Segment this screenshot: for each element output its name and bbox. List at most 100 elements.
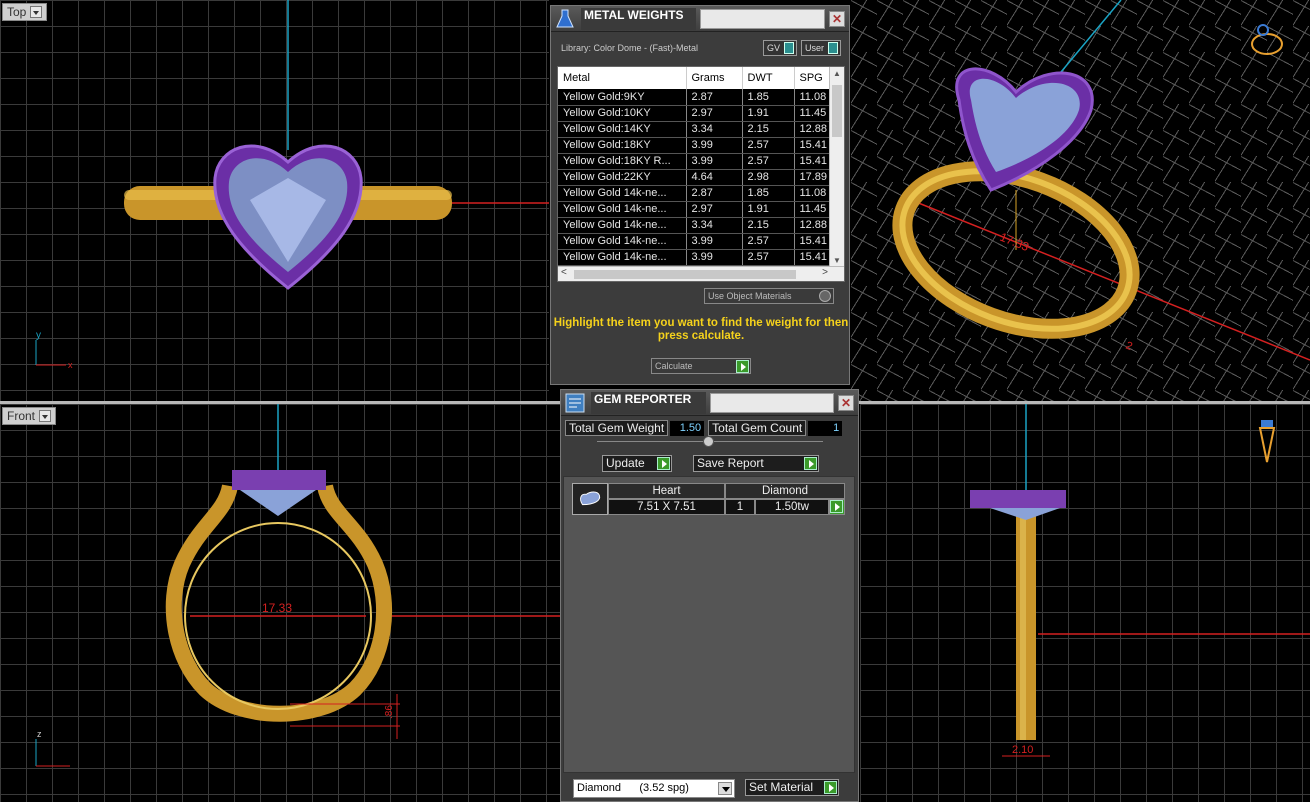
table-cell: 1.85 <box>742 185 795 202</box>
scroll-up-icon[interactable]: ▲ <box>833 69 841 78</box>
table-cell: 11.08 <box>794 89 831 106</box>
table-row[interactable]: Yellow Gold 14k-ne... 2.97 1.91 11.45 <box>558 201 831 218</box>
table-row[interactable]: Yellow Gold:10KY 2.97 1.91 11.45 <box>558 105 831 122</box>
viewport-label-front[interactable]: Front <box>2 407 57 425</box>
table-row[interactable]: Yellow Gold 14k-ne... 2.87 1.85 11.08 <box>558 185 831 202</box>
calculate-button[interactable]: Calculate <box>651 358 751 374</box>
table-cell: 12.88 <box>794 217 831 234</box>
table-cell: 15.41 <box>794 137 831 154</box>
viewport-top[interactable]: y x Top <box>0 0 549 401</box>
table-row[interactable]: Yellow Gold:18KY 3.99 2.57 15.41 <box>558 137 831 154</box>
table-row[interactable]: Yellow Gold:9KY 2.87 1.85 11.08 <box>558 89 831 106</box>
metal-weights-titlebar[interactable]: METAL WEIGHTS ✕ <box>551 6 849 32</box>
viewport-perspective[interactable]: 17.33 2 <box>851 0 1310 401</box>
play-icon <box>830 500 843 513</box>
front-view-scene: 17.33 .86 z <box>35 404 560 767</box>
close-icon[interactable]: ✕ <box>838 394 854 411</box>
update-button[interactable]: Update <box>602 455 672 472</box>
ring-gizmo-icon[interactable] <box>1251 24 1283 55</box>
table-cell: 2.15 <box>742 121 795 138</box>
table-row[interactable]: Yellow Gold 14k-ne... 3.99 2.57 15.41 <box>558 233 831 250</box>
viewport-label-top[interactable]: Top <box>2 3 48 21</box>
table-cell: 17.89 <box>794 169 831 186</box>
svg-text:z: z <box>37 729 42 739</box>
table-cell: 3.99 <box>686 233 743 250</box>
splitter[interactable] <box>597 436 823 447</box>
column-header-grams[interactable]: Grams <box>686 67 743 89</box>
table-cell: 11.08 <box>794 185 831 202</box>
table-cell: 12.88 <box>794 121 831 138</box>
vertical-scrollbar[interactable]: ▲ ▼ <box>829 67 844 267</box>
gem-material: Diamond <box>725 483 845 499</box>
flask-icon <box>556 9 574 27</box>
table-cell: 1.85 <box>742 89 795 106</box>
column-header-spg[interactable]: SPG <box>794 67 831 89</box>
gem-list-item[interactable]: Heart Diamond 7.51 X 7.51 1 1.50tw <box>572 483 845 515</box>
table-cell: 2.15 <box>742 217 795 234</box>
total-gem-weight-label: Total Gem Weight <box>565 420 669 436</box>
material-select[interactable]: Diamond (3.52 spg) <box>573 779 735 798</box>
svg-text:x: x <box>68 360 73 370</box>
horizontal-scrollbar[interactable]: < > <box>558 266 844 281</box>
table-cell: 2.87 <box>686 185 743 202</box>
use-object-materials-toggle[interactable]: Use Object Materials <box>704 288 834 304</box>
table-cell: 15.41 <box>794 233 831 250</box>
total-gem-count-label: Total Gem Count <box>708 420 807 436</box>
gem-reporter-titlebar[interactable]: GEM REPORTER ✕ <box>561 390 858 416</box>
instruction-text: Highlight the item you want to find the … <box>553 317 849 342</box>
metal-table[interactable]: Metal Grams DWT SPG Yellow Gold:9KY 2.87 1… <box>557 66 845 282</box>
user-toggle[interactable]: User <box>800 40 841 56</box>
table-cell: 2.97 <box>686 105 743 122</box>
table-cell: 2.57 <box>742 137 795 154</box>
gem-shape: Heart <box>608 483 725 499</box>
table-row[interactable]: Yellow Gold 14k-ne... 3.34 2.15 12.88 <box>558 217 831 234</box>
table-cell: 15.41 <box>794 249 831 266</box>
table-cell: 3.34 <box>686 121 743 138</box>
play-icon <box>657 457 670 470</box>
column-header-dwt[interactable]: DWT <box>742 67 795 89</box>
set-material-button[interactable]: Set Material <box>745 779 839 796</box>
splitter-handle[interactable] <box>703 436 714 447</box>
gem-action-button[interactable] <box>829 499 845 515</box>
gem-list[interactable]: Heart Diamond 7.51 X 7.51 1 1.50tw <box>563 476 855 773</box>
svg-text:y: y <box>36 330 41 341</box>
chevron-down-icon[interactable] <box>718 782 732 795</box>
chevron-down-icon[interactable] <box>39 410 52 422</box>
table-cell: 1.91 <box>742 201 795 218</box>
close-icon[interactable]: ✕ <box>829 10 845 27</box>
column-header-metal[interactable]: Metal <box>558 67 687 89</box>
table-row[interactable]: Yellow Gold:22KY 4.64 2.98 17.89 <box>558 169 831 186</box>
table-cell: 4.64 <box>686 169 743 186</box>
scroll-right-icon[interactable]: > <box>822 267 828 278</box>
total-gem-count-value: 1 <box>808 420 843 436</box>
table-cell: Yellow Gold:14KY <box>558 121 687 138</box>
panel-title: GEM REPORTER <box>591 391 706 414</box>
table-row[interactable]: Yellow Gold:18KY R... 3.99 2.57 15.41 <box>558 153 831 170</box>
pendant-gizmo-icon[interactable] <box>1258 420 1276 463</box>
scroll-down-icon[interactable]: ▼ <box>833 256 841 265</box>
table-cell: 15.41 <box>794 153 831 170</box>
top-view-scene: y x <box>35 0 549 370</box>
table-cell: Yellow Gold 14k-ne... <box>558 201 687 218</box>
save-report-button[interactable]: Save Report <box>693 455 819 472</box>
play-icon <box>736 360 749 373</box>
total-gem-weight-value: 1.50 <box>670 420 705 436</box>
gem-weight: 1.50tw <box>755 499 829 515</box>
table-cell: 3.99 <box>686 153 743 170</box>
table-cell: 3.99 <box>686 137 743 154</box>
side-width-label: 2.10 <box>1012 744 1033 756</box>
table-row[interactable]: Yellow Gold 14k-ne... 3.99 2.57 15.41 <box>558 249 831 266</box>
play-icon <box>804 457 817 470</box>
front-size-label: 17.33 <box>262 601 292 615</box>
viewport-front[interactable]: 17.33 .86 z Front <box>0 404 560 802</box>
chevron-down-icon[interactable] <box>30 6 43 18</box>
viewport-right[interactable]: 2.10 <box>860 404 1310 802</box>
table-cell: 11.45 <box>794 201 831 218</box>
table-cell: 11.45 <box>794 105 831 122</box>
table-row[interactable]: Yellow Gold:14KY 3.34 2.15 12.88 <box>558 121 831 138</box>
gv-toggle[interactable]: GV <box>762 40 797 56</box>
table-cell: Yellow Gold:10KY <box>558 105 687 122</box>
table-cell: 2.57 <box>742 249 795 266</box>
table-cell: Yellow Gold 14k-ne... <box>558 217 687 234</box>
scroll-left-icon[interactable]: < <box>561 267 567 278</box>
